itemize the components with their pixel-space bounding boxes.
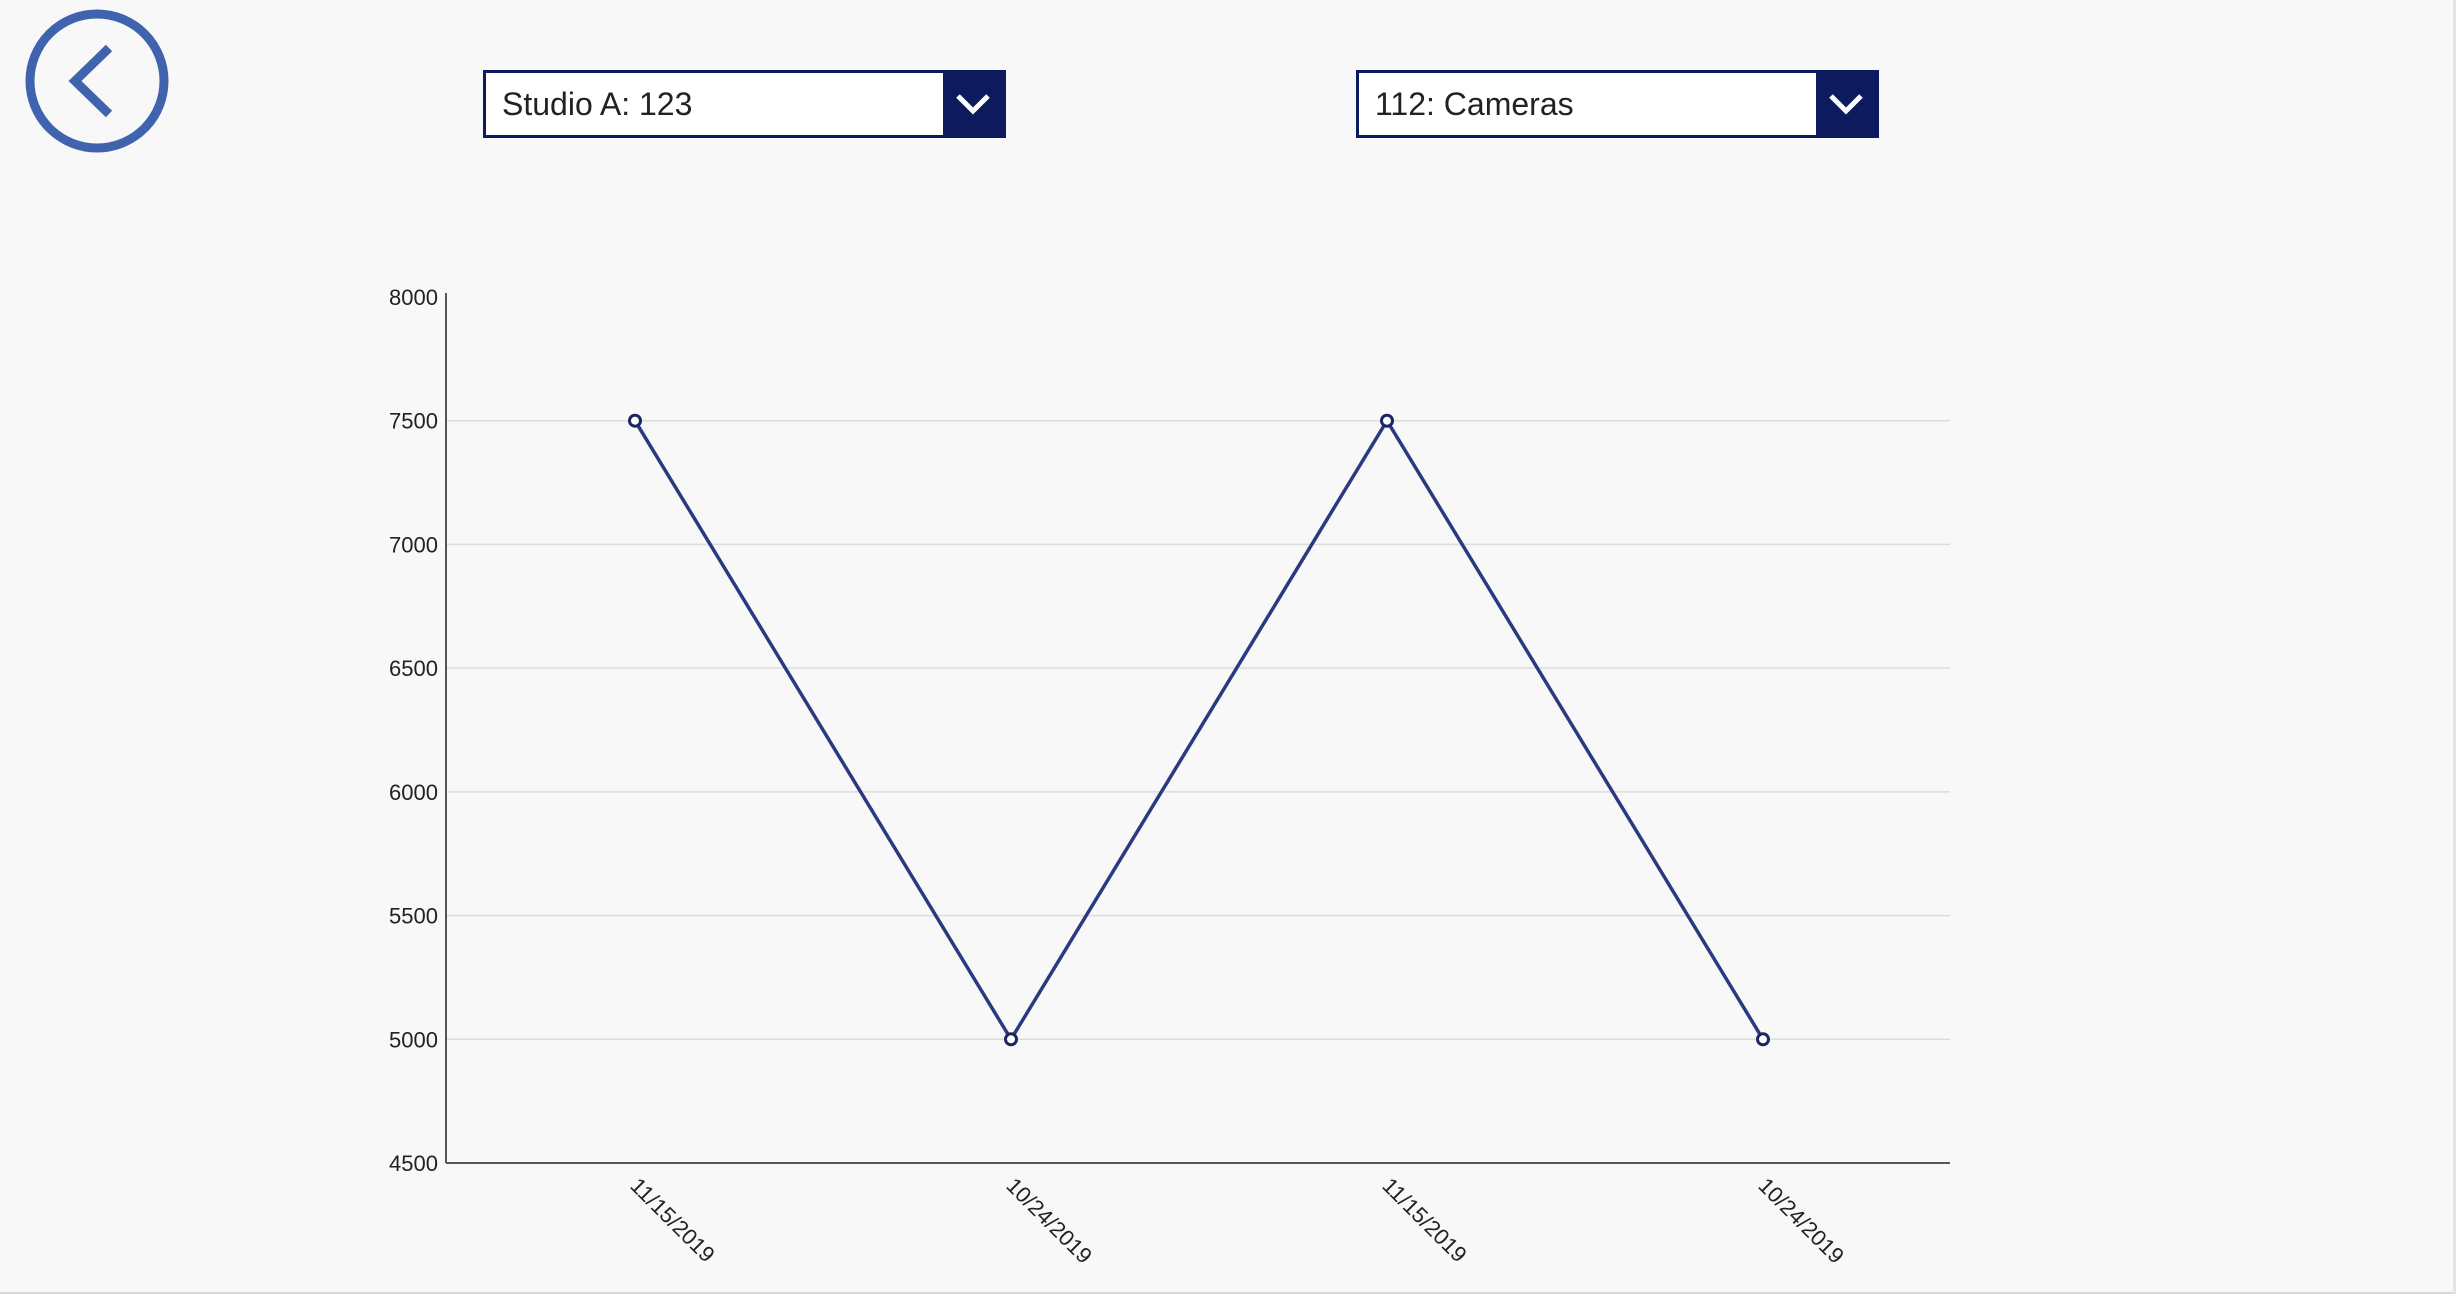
y-tick-label: 7500 [389, 409, 438, 434]
data-point [1756, 1032, 1770, 1047]
x-tick-label: 10/24/2019 [1753, 1173, 1849, 1269]
y-tick-label: 5000 [389, 1027, 438, 1052]
x-tick-label: 11/15/2019 [1377, 1173, 1471, 1267]
data-point [628, 413, 642, 428]
x-tick-label: 11/15/2019 [625, 1173, 719, 1267]
series-line [633, 417, 1765, 1043]
y-tick-label: 6500 [389, 656, 438, 681]
data-point [1380, 413, 1394, 428]
y-tick-label: 8000 [389, 285, 438, 310]
x-tick-label: 10/24/2019 [1001, 1173, 1097, 1269]
y-tick-label: 4500 [389, 1151, 438, 1176]
line-chart: 4500 5000 5500 6000 6500 7000 7500 8000 11/15/20… [389, 285, 1950, 1269]
y-tick-label: 7000 [389, 532, 438, 557]
data-point [1004, 1032, 1018, 1047]
y-tick-label: 6000 [389, 780, 438, 805]
y-tick-label: 5500 [389, 904, 438, 929]
app-screen: Studio A: 123 112: Cameras 4500 5000 5500 6… [0, 0, 2456, 1294]
